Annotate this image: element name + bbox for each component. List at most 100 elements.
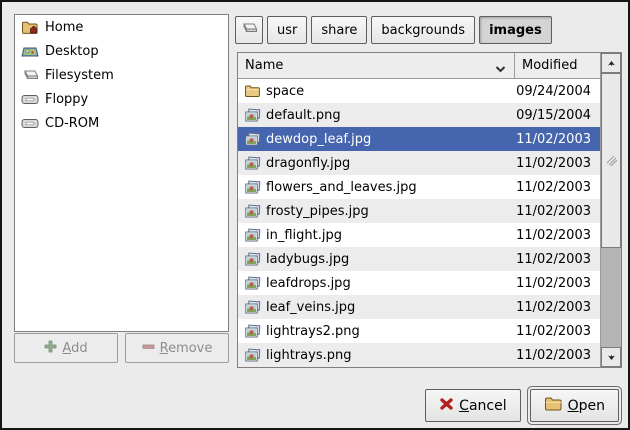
sidebar-item-filesystem[interactable]: Filesystem: [15, 63, 228, 87]
thumb-grip-icon: [606, 155, 617, 166]
file-name: leafdrops.jpg: [266, 276, 514, 291]
open-folder-icon: [544, 396, 563, 415]
file-name: dewdop_leaf.jpg: [266, 132, 514, 147]
file-modified-date: 11/02/2003: [514, 180, 600, 195]
image-file-icon: [243, 299, 261, 316]
sidebar-item-label: Floppy: [45, 92, 88, 107]
file-row[interactable]: dragonfly.jpg11/02/2003: [238, 151, 600, 175]
cancel-button-label: Cancel: [459, 398, 506, 414]
column-header-modified[interactable]: Modified: [514, 53, 600, 78]
add-button-label: Add: [62, 341, 87, 356]
file-modified-date: 11/02/2003: [514, 276, 600, 291]
add-plus-icon: [44, 340, 57, 357]
path-button-backgrounds[interactable]: backgrounds: [371, 16, 475, 44]
shortcut-actions: Add Remove: [14, 333, 229, 363]
image-file-icon: [243, 347, 261, 364]
file-modified-date: 09/15/2004: [514, 108, 600, 123]
sidebar-item-desktop[interactable]: Desktop: [15, 39, 228, 63]
file-row[interactable]: lightrays.png11/02/2003: [238, 343, 600, 367]
add-button[interactable]: Add: [14, 333, 118, 363]
folder-icon: [243, 83, 261, 100]
remove-button-label: Remove: [160, 341, 213, 356]
open-button-label: Open: [568, 398, 605, 414]
file-row[interactable]: in_flight.jpg11/02/2003: [238, 223, 600, 247]
file-modified-date: 11/02/2003: [514, 228, 600, 243]
image-file-icon: [243, 323, 261, 340]
file-row[interactable]: default.png09/15/2004: [238, 103, 600, 127]
remove-button[interactable]: Remove: [125, 333, 229, 363]
places-list: Home Desktop Filesystem Floppy CD-ROM: [15, 15, 228, 135]
sidebar-item-label: Desktop: [45, 44, 99, 59]
column-header-name[interactable]: Name: [238, 53, 514, 78]
file-list-panel: Name Modified space09/24/2004default.png…: [237, 52, 622, 368]
file-modified-date: 11/02/2003: [514, 348, 600, 363]
sort-indicator-icon: [495, 62, 506, 77]
file-name: leaf_veins.jpg: [266, 300, 514, 315]
filesystem-icon: [240, 21, 258, 39]
file-name: lightrays.png: [266, 348, 514, 363]
file-modified-date: 11/02/2003: [514, 324, 600, 339]
arrow-down-icon: [607, 354, 616, 361]
file-row[interactable]: leafdrops.jpg11/02/2003: [238, 271, 600, 295]
image-file-icon: [243, 107, 261, 124]
scroll-up-button[interactable]: [601, 53, 621, 73]
sidebar-item-cd-rom[interactable]: CD-ROM: [15, 111, 228, 135]
file-row[interactable]: ladybugs.jpg11/02/2003: [238, 247, 600, 271]
places-sidebar: Home Desktop Filesystem Floppy CD-ROM: [14, 14, 229, 332]
path-button-label: backgrounds: [381, 23, 465, 38]
image-file-icon: [243, 155, 261, 172]
path-bar: usr share backgrounds images: [235, 16, 552, 44]
file-row[interactable]: space09/24/2004: [238, 79, 600, 103]
desktop-icon: [20, 42, 40, 60]
open-button[interactable]: Open: [530, 389, 619, 422]
file-modified-date: 11/02/2003: [514, 252, 600, 267]
scrollbar-thumb[interactable]: [601, 73, 621, 248]
path-button-images[interactable]: images: [479, 16, 552, 44]
file-row[interactable]: frosty_pipes.jpg11/02/2003: [238, 199, 600, 223]
file-modified-date: 11/02/2003: [514, 204, 600, 219]
image-file-icon: [243, 227, 261, 244]
arrow-up-icon: [607, 60, 616, 67]
vertical-scrollbar: [600, 53, 621, 367]
sidebar-item-label: CD-ROM: [45, 116, 99, 131]
file-name: space: [266, 84, 514, 99]
dialog-actions: Cancel Open: [425, 389, 619, 422]
sidebar-item-home[interactable]: Home: [15, 15, 228, 39]
list-header: Name Modified: [238, 53, 600, 79]
remove-minus-icon: [142, 340, 155, 357]
column-header-name-label: Name: [245, 58, 283, 73]
path-button-label: share: [321, 23, 357, 38]
home-icon: [20, 18, 40, 36]
file-name: default.png: [266, 108, 514, 123]
file-modified-date: 11/02/2003: [514, 156, 600, 171]
file-row[interactable]: leaf_veins.jpg11/02/2003: [238, 295, 600, 319]
scroll-down-button[interactable]: [601, 347, 621, 367]
file-name: dragonfly.jpg: [266, 156, 514, 171]
file-list: Name Modified space09/24/2004default.png…: [238, 53, 600, 367]
file-name: flowers_and_leaves.jpg: [266, 180, 514, 195]
sidebar-item-floppy[interactable]: Floppy: [15, 87, 228, 111]
file-modified-date: 09/24/2004: [514, 84, 600, 99]
cancel-button[interactable]: Cancel: [425, 389, 520, 422]
path-button-label: usr: [277, 23, 297, 38]
cancel-x-icon: [439, 397, 454, 415]
path-button-share[interactable]: share: [311, 16, 367, 44]
path-button-root[interactable]: [235, 16, 263, 44]
file-name: ladybugs.jpg: [266, 252, 514, 267]
image-file-icon: [243, 131, 261, 148]
path-button-usr[interactable]: usr: [267, 16, 307, 44]
file-name: in_flight.jpg: [266, 228, 514, 243]
column-header-modified-label: Modified: [522, 58, 577, 73]
file-name: lightrays2.png: [266, 324, 514, 339]
file-row[interactable]: lightrays2.png11/02/2003: [238, 319, 600, 343]
image-file-icon: [243, 203, 261, 220]
image-file-icon: [243, 251, 261, 268]
floppy-drive-icon: [20, 90, 40, 108]
file-name: frosty_pipes.jpg: [266, 204, 514, 219]
sidebar-item-label: Filesystem: [45, 68, 114, 83]
file-chooser-dialog: Home Desktop Filesystem Floppy CD-ROM Add Re…: [0, 0, 630, 430]
file-row[interactable]: dewdop_leaf.jpg11/02/2003: [238, 127, 600, 151]
scrollbar-track[interactable]: [601, 73, 621, 347]
file-row[interactable]: flowers_and_leaves.jpg11/02/2003: [238, 175, 600, 199]
image-file-icon: [243, 275, 261, 292]
